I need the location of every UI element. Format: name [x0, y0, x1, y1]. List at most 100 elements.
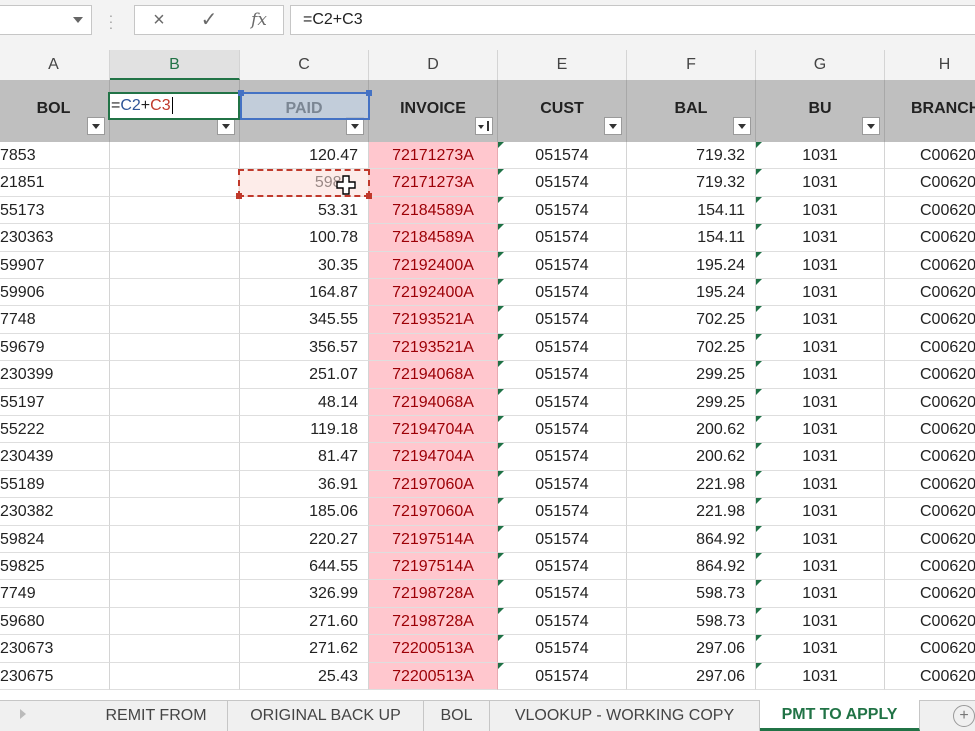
- cell-cust[interactable]: 051574: [498, 169, 627, 197]
- cell-bol2[interactable]: [110, 279, 240, 307]
- column-header-f[interactable]: F: [627, 50, 756, 80]
- cell-branch[interactable]: C00620: [885, 663, 975, 690]
- cell-bol[interactable]: 59824: [0, 525, 110, 553]
- filter-dropdown-icon[interactable]: [604, 117, 622, 135]
- cell-bol2[interactable]: [110, 416, 240, 444]
- table-header-cell[interactable]: PAID: [240, 80, 369, 142]
- cell-branch[interactable]: C00620: [885, 635, 975, 663]
- cell-bal[interactable]: 200.62: [627, 443, 756, 471]
- cancel-icon[interactable]: ×: [139, 6, 179, 34]
- table-header-cell[interactable]: CUST: [498, 80, 627, 142]
- cell-bal[interactable]: 200.62: [627, 416, 756, 444]
- cell-cust[interactable]: 051574: [498, 388, 627, 416]
- enter-icon[interactable]: ✓: [189, 6, 229, 34]
- cell-branch[interactable]: C00620: [885, 142, 975, 170]
- cell-invoice[interactable]: 72192400A: [369, 279, 498, 307]
- cell-bol2[interactable]: [110, 498, 240, 526]
- cell-bol2[interactable]: [110, 169, 240, 197]
- cell-bu[interactable]: 1031: [756, 635, 885, 663]
- column-header-h[interactable]: H: [885, 50, 975, 80]
- cell-cust[interactable]: 051574: [498, 470, 627, 499]
- cell-paid[interactable]: 251.07: [240, 361, 369, 389]
- cell-bu[interactable]: 1031: [756, 361, 885, 389]
- cell-cust[interactable]: 051574: [498, 580, 627, 608]
- cell-invoice[interactable]: 72192400A: [369, 251, 498, 279]
- cell-bol[interactable]: 59679: [0, 333, 110, 362]
- cell-paid[interactable]: 120.47: [240, 142, 369, 170]
- cell-invoice[interactable]: 72198728A: [369, 580, 498, 608]
- cell-branch[interactable]: C00620: [885, 608, 975, 636]
- cell-invoice[interactable]: 72197514A: [369, 553, 498, 581]
- cell-branch[interactable]: C00620: [885, 279, 975, 307]
- cell-branch[interactable]: C00620: [885, 224, 975, 252]
- cell-bu[interactable]: 1031: [756, 251, 885, 279]
- cell-bol2[interactable]: [110, 553, 240, 581]
- cell-bal[interactable]: 299.25: [627, 388, 756, 416]
- cell-bal[interactable]: 598.73: [627, 580, 756, 608]
- cell-bol[interactable]: 7853: [0, 142, 110, 170]
- sheet-tab[interactable]: ORIGINAL BACK UP: [228, 701, 424, 731]
- cell-bol[interactable]: 59906: [0, 279, 110, 307]
- cell-invoice[interactable]: 72194704A: [369, 416, 498, 444]
- cell-bol[interactable]: 59825: [0, 553, 110, 581]
- cell-bol[interactable]: 230439: [0, 443, 110, 471]
- cell-paid[interactable]: 598.: [240, 169, 369, 197]
- cell-bal[interactable]: 297.06: [627, 662, 756, 690]
- column-header-d[interactable]: D: [369, 50, 498, 80]
- cell-cust[interactable]: 051574: [498, 607, 627, 636]
- cell-branch[interactable]: C00620: [885, 334, 975, 362]
- cell-bu[interactable]: 1031: [756, 498, 885, 526]
- column-header-b[interactable]: B: [110, 50, 240, 80]
- cell-branch[interactable]: C00620: [885, 169, 975, 197]
- cell-bu[interactable]: 1031: [756, 662, 885, 690]
- cell-cust[interactable]: 051574: [498, 635, 627, 663]
- name-box[interactable]: [0, 5, 92, 35]
- cell-bol2[interactable]: [110, 224, 240, 252]
- cell-bol2[interactable]: [110, 361, 240, 389]
- cell-bol[interactable]: 55189: [0, 470, 110, 499]
- cell-cust[interactable]: 051574: [498, 553, 627, 581]
- cell-branch[interactable]: C00620: [885, 197, 975, 225]
- cell-bal[interactable]: 719.32: [627, 169, 756, 197]
- cell-invoice[interactable]: 72184589A: [369, 224, 498, 252]
- new-sheet-icon[interactable]: +: [953, 705, 975, 727]
- cell-bol[interactable]: 59907: [0, 251, 110, 279]
- cell-cust[interactable]: 051574: [498, 224, 627, 252]
- cell-bal[interactable]: 221.98: [627, 498, 756, 526]
- cell-paid[interactable]: 119.18: [240, 416, 369, 444]
- cell-cust[interactable]: 051574: [498, 498, 627, 526]
- cell-bal[interactable]: 702.25: [627, 333, 756, 362]
- cell-bal[interactable]: 299.25: [627, 361, 756, 389]
- cell-cust[interactable]: 051574: [498, 361, 627, 389]
- cell-paid[interactable]: 220.27: [240, 525, 369, 553]
- cell-bal[interactable]: 598.73: [627, 607, 756, 636]
- cell-cust[interactable]: 051574: [498, 306, 627, 334]
- cell-invoice[interactable]: 72197514A: [369, 525, 498, 553]
- cell-bol[interactable]: 55173: [0, 196, 110, 225]
- cell-bu[interactable]: 1031: [756, 580, 885, 608]
- cell-bal[interactable]: 702.25: [627, 306, 756, 334]
- cell-bol[interactable]: 230399: [0, 361, 110, 389]
- filter-dropdown-icon[interactable]: [346, 117, 364, 135]
- cell-bu[interactable]: 1031: [756, 306, 885, 334]
- cell-cust[interactable]: 051574: [498, 416, 627, 444]
- cell-paid[interactable]: 48.14: [240, 388, 369, 416]
- cell-paid[interactable]: 271.62: [240, 635, 369, 663]
- cell-bal[interactable]: 195.24: [627, 279, 756, 307]
- cell-invoice[interactable]: 72198728A: [369, 607, 498, 636]
- cell-bu[interactable]: 1031: [756, 279, 885, 307]
- cell-cust[interactable]: 051574: [498, 662, 627, 690]
- cell-bol[interactable]: 7748: [0, 306, 110, 334]
- cell-invoice[interactable]: 72200513A: [369, 635, 498, 663]
- cell-branch[interactable]: C00620: [885, 306, 975, 334]
- cell-bol2[interactable]: [110, 580, 240, 608]
- cell-invoice[interactable]: 72200513A: [369, 662, 498, 690]
- cell-bol[interactable]: 230673: [0, 635, 110, 663]
- cell-paid[interactable]: 100.78: [240, 224, 369, 252]
- column-header-c[interactable]: C: [240, 50, 369, 80]
- cell-branch[interactable]: C00620: [885, 416, 975, 444]
- cell-bol2[interactable]: [110, 470, 240, 499]
- cell-branch[interactable]: C00620: [885, 443, 975, 471]
- name-box-dropdown-icon[interactable]: [73, 17, 83, 23]
- cell-bol[interactable]: 55197: [0, 388, 110, 416]
